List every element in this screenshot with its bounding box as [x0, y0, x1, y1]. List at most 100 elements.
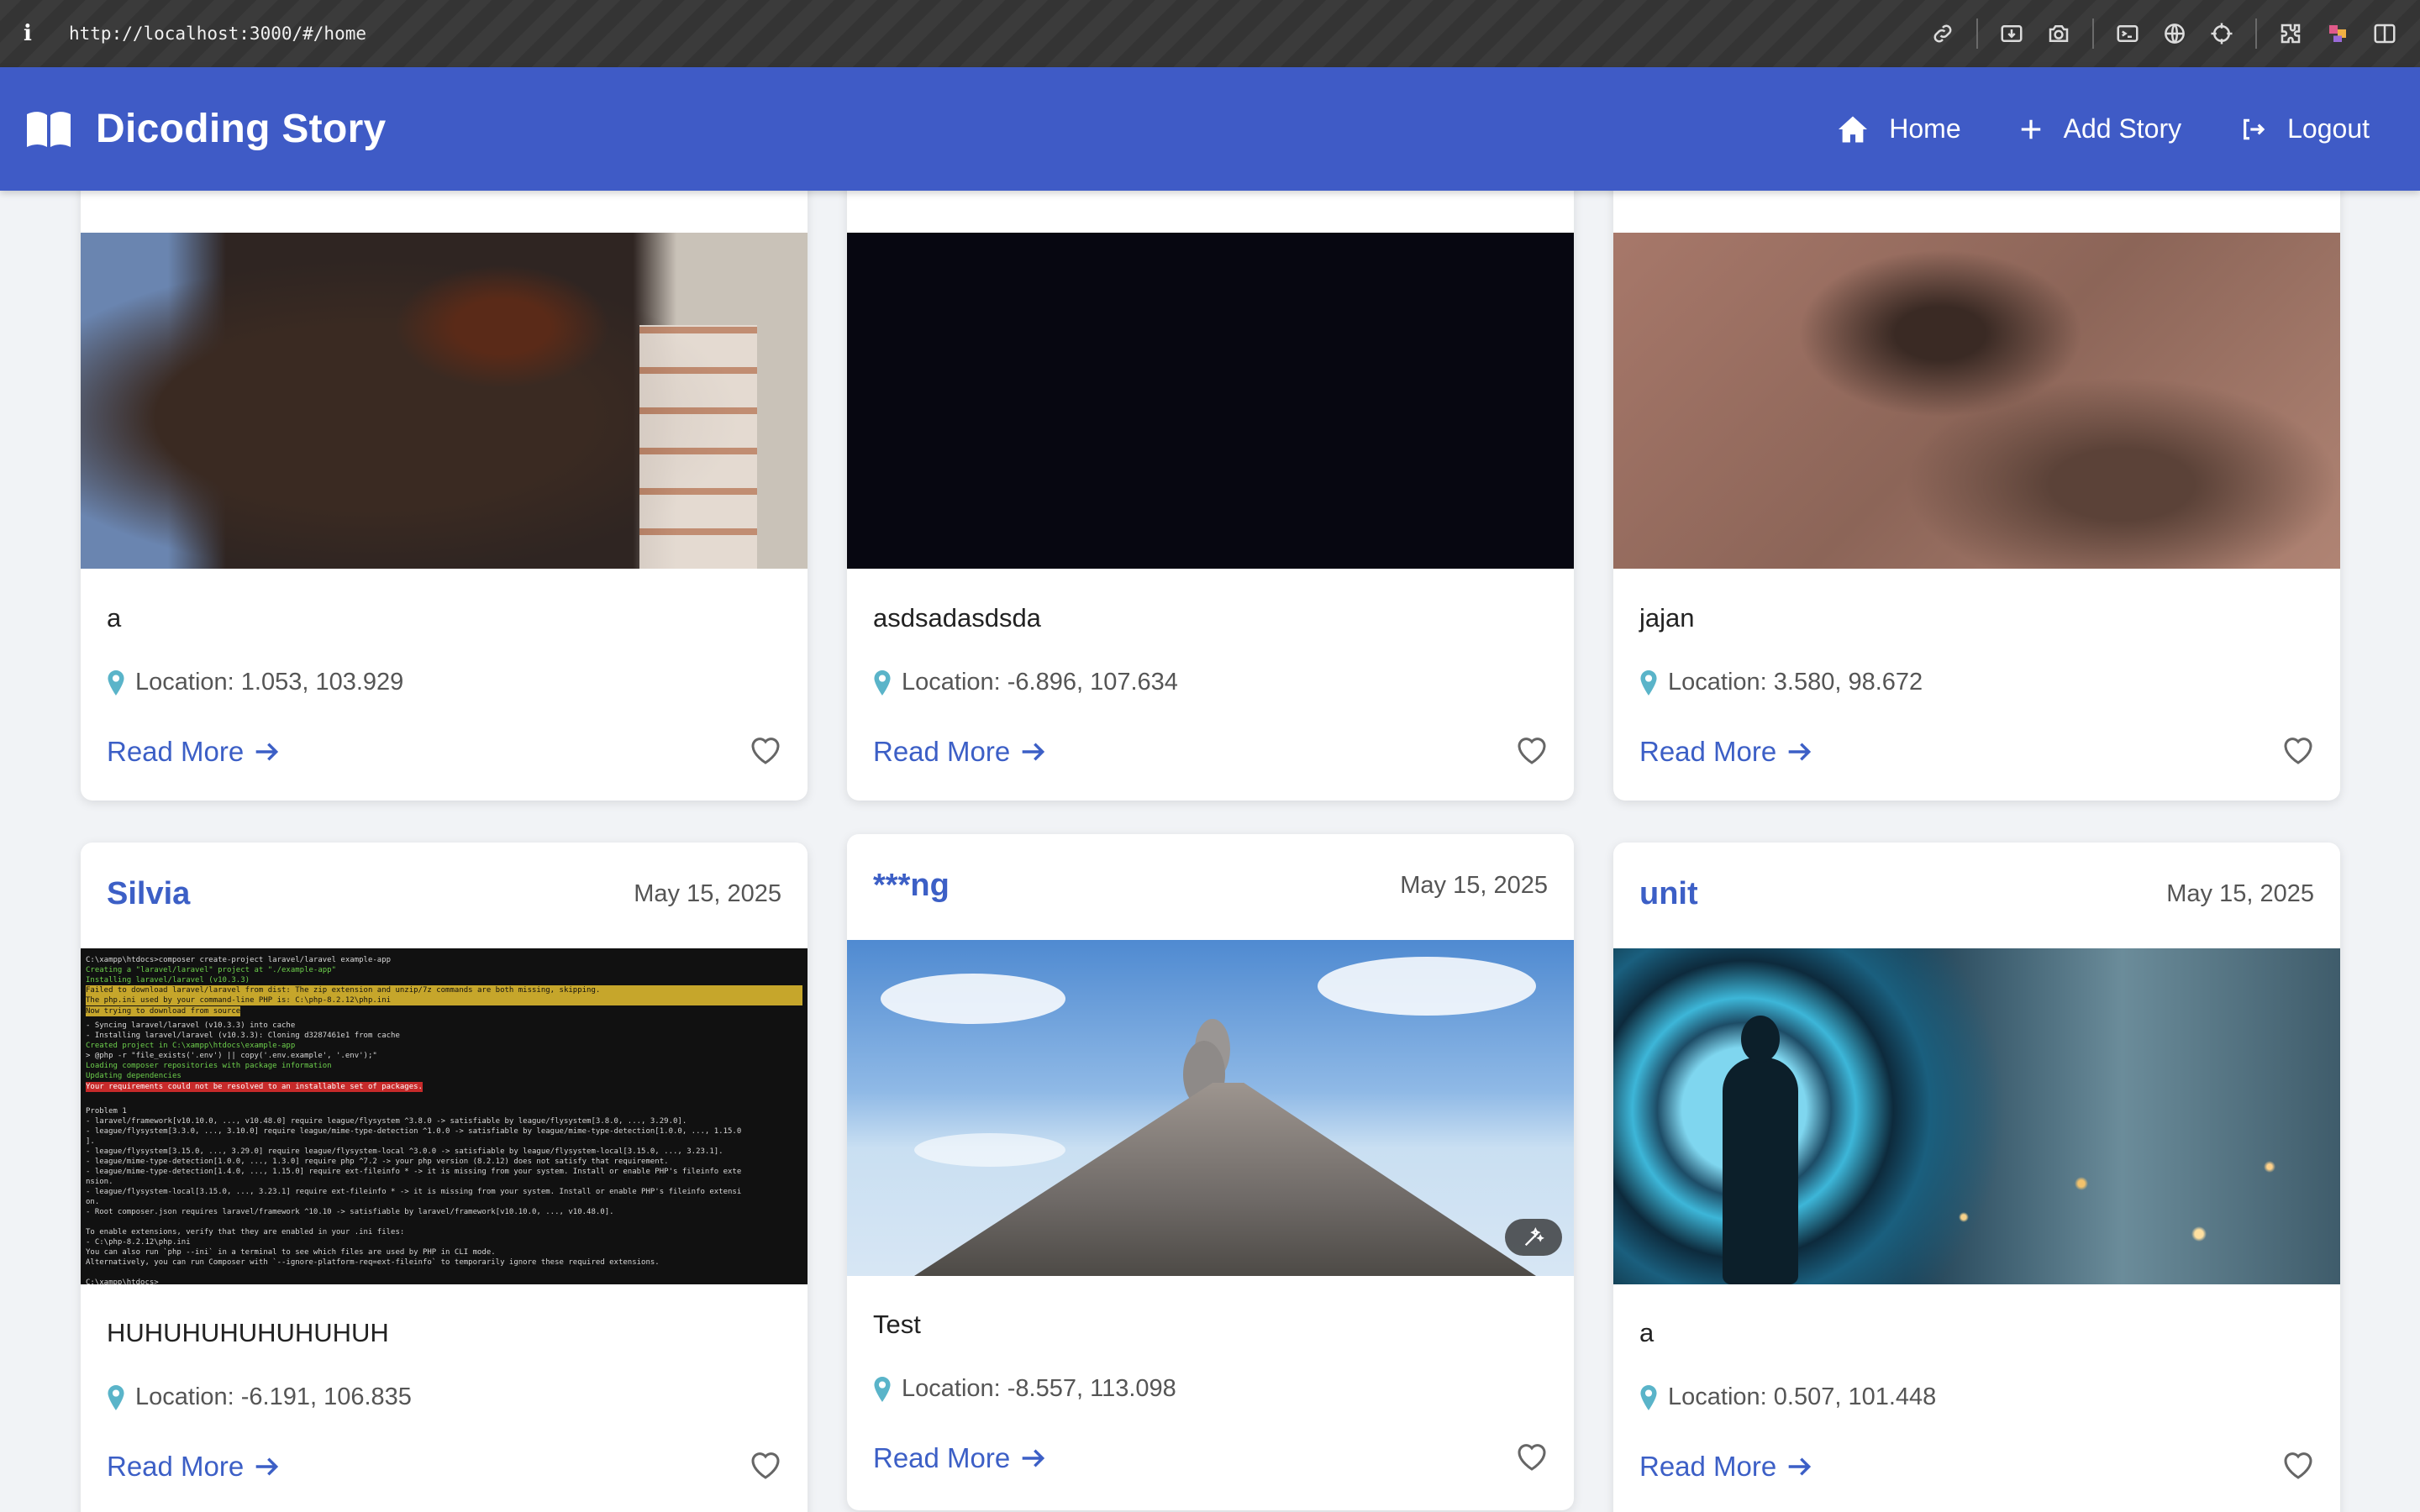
story-description: asdsadasdsda	[873, 603, 1041, 633]
story-location-text: Location: 3.580, 98.672	[1668, 669, 1923, 696]
download-screenshot-icon[interactable]	[1988, 10, 2035, 57]
plus-icon	[2021, 119, 2040, 139]
story-card: jajan Location: 3.580, 98.672 Read More	[1613, 150, 2340, 801]
terminal-line: - Root composer.json requires laravel/fr…	[86, 1208, 614, 1216]
terminal-line: nsion.	[86, 1178, 113, 1186]
nav-add-story[interactable]: Add Story	[2018, 113, 2182, 144]
terminal-line: C:\xampp\htdocs>	[86, 1278, 159, 1284]
story-author[interactable]: ***ng	[873, 868, 950, 904]
heart-icon[interactable]	[1515, 733, 1549, 767]
terminal-line: Your requirements could not be resolved …	[86, 1082, 423, 1092]
heart-icon[interactable]	[749, 1448, 782, 1482]
read-more-label: Read More	[873, 736, 1011, 767]
story-location-text: Location: -6.896, 107.634	[902, 669, 1178, 696]
story-date: May 15, 2025	[1400, 872, 1548, 899]
terminal-line: ].	[86, 1137, 95, 1146]
nav-home[interactable]: Home	[1837, 113, 1961, 144]
story-image	[1613, 948, 2340, 1284]
magic-wand-icon[interactable]	[1505, 1219, 1562, 1256]
heart-icon[interactable]	[2281, 1448, 2315, 1482]
arrow-right-icon	[1788, 743, 1812, 761]
brand-link[interactable]: Dicoding Story	[25, 106, 387, 152]
terminal-line: Problem 1	[86, 1107, 127, 1116]
extensions-icon[interactable]	[2267, 10, 2314, 57]
story-location-text: Location: 1.053, 103.929	[135, 669, 404, 696]
story-location-text: Location: 0.507, 101.448	[1668, 1383, 1937, 1410]
story-location-text: Location: -6.191, 106.835	[135, 1383, 412, 1410]
terminal-line: Loading composer repositories with packa…	[86, 1062, 332, 1070]
read-more-label: Read More	[107, 1451, 245, 1482]
link-icon[interactable]	[1919, 10, 1966, 57]
story-image	[847, 233, 1574, 569]
read-more-label: Read More	[1639, 736, 1777, 767]
story-location: Location: -6.896, 107.634	[873, 669, 1178, 696]
terminal-line: - league/mime-type-detection[1.4.0, ...,…	[86, 1168, 742, 1176]
nav-logout[interactable]: Logout	[2238, 113, 2370, 144]
read-more-link[interactable]: Read More	[107, 736, 281, 768]
read-more-link[interactable]: Read More	[1639, 736, 1813, 768]
read-more-label: Read More	[107, 736, 245, 767]
terminal-line: - laravel/framework[v10.10.0, ..., v10.4…	[86, 1117, 687, 1126]
toolbar-divider	[2092, 18, 2094, 49]
story-image	[81, 233, 808, 569]
heart-icon[interactable]	[749, 733, 782, 767]
story-date: May 15, 2025	[634, 880, 781, 907]
address-bar[interactable]: http://localhost:3000/#/home	[69, 24, 366, 44]
heart-icon[interactable]	[1515, 1440, 1549, 1473]
site-info-icon[interactable]: i	[24, 21, 57, 46]
brand-title: Dicoding Story	[96, 107, 387, 151]
story-card: unit May 15, 2025 a Location: 0.507, 101…	[1613, 843, 2340, 1512]
read-more-link[interactable]: Read More	[873, 736, 1047, 768]
read-more-link[interactable]: Read More	[107, 1451, 281, 1483]
camera-icon[interactable]	[2035, 10, 2082, 57]
story-location: Location: 3.580, 98.672	[1639, 669, 1923, 696]
map-pin-icon	[874, 1376, 891, 1402]
read-more-link[interactable]: Read More	[1639, 1451, 1813, 1483]
home-icon	[1839, 116, 1868, 142]
terminal-line: You can also run `php --ini` in a termin…	[86, 1248, 496, 1257]
story-author[interactable]: unit	[1639, 876, 1698, 912]
nav-add-story-label: Add Story	[2063, 113, 2182, 144]
sidebar-toggle-icon[interactable]	[2361, 10, 2408, 57]
main-nav: Home Add Story Logout	[1780, 67, 2370, 191]
terminal-line: Installing laravel/laravel (v10.3.3)	[86, 976, 250, 984]
story-image	[1613, 233, 2340, 569]
nav-logout-label: Logout	[2287, 113, 2370, 144]
story-author[interactable]: Silvia	[107, 876, 190, 912]
map-pin-icon	[108, 1384, 124, 1410]
story-card-header: Silvia May 15, 2025	[107, 876, 781, 912]
story-location: Location: -6.191, 106.835	[107, 1383, 412, 1411]
globe-icon[interactable]	[2151, 10, 2198, 57]
crosshair-icon[interactable]	[2198, 10, 2245, 57]
read-more-label: Read More	[1639, 1451, 1777, 1482]
terminal-line: Created project in C:\xampp\htdocs\examp…	[86, 1042, 296, 1050]
terminal-line: To enable extensions, verify that they a…	[86, 1228, 405, 1236]
terminal-line: - league/flysystem[3.3.0, ..., 3.10.0] r…	[86, 1127, 742, 1136]
story-location-text: Location: -8.557, 113.098	[902, 1375, 1176, 1402]
map-pin-icon	[108, 669, 124, 696]
arrow-right-icon	[1022, 743, 1045, 761]
terminal-line: - league/flysystem-local[3.15.0, ..., 3.…	[86, 1188, 742, 1196]
story-date: May 15, 2025	[2166, 880, 2314, 907]
story-card: asdsadasdsda Location: -6.896, 107.634 R…	[847, 150, 1574, 801]
toolbar-divider	[1976, 18, 1978, 49]
browser-toolbar: i http://localhost:3000/#/home	[0, 0, 2420, 67]
heart-icon[interactable]	[2281, 733, 2315, 767]
logout-icon	[2244, 118, 2265, 139]
profile-extension-icon[interactable]	[2314, 10, 2361, 57]
terminal-line: - league/mime-type-detection[1.0.0, ...,…	[86, 1158, 669, 1166]
story-description: jajan	[1639, 603, 1695, 633]
terminal-icon[interactable]	[2104, 10, 2151, 57]
arrow-right-icon	[1022, 1449, 1045, 1467]
terminal-line: Failed to download laravel/laravel from …	[86, 985, 802, 995]
terminal-line: Now trying to download from source	[86, 1006, 241, 1016]
app-header: Dicoding Story Home Add Story Logout	[0, 67, 2420, 191]
story-image	[847, 940, 1574, 1276]
nav-home-label: Home	[1889, 113, 1961, 144]
story-card: Silvia May 15, 2025 C:\xampp\htdocs>comp…	[81, 843, 808, 1512]
read-more-link[interactable]: Read More	[873, 1442, 1047, 1474]
story-location: Location: 0.507, 101.448	[1639, 1383, 1936, 1411]
terminal-line: > @php -r "file_exists('.env') || copy('…	[86, 1052, 377, 1060]
